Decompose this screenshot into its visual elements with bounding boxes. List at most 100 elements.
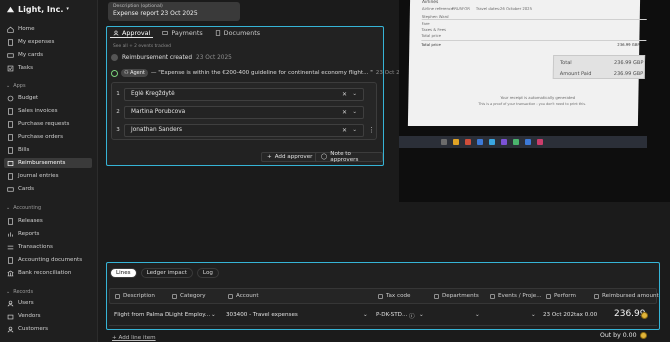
nav-purchase-orders[interactable]: Purchase orders bbox=[4, 132, 92, 142]
col-label: Events / Proje... bbox=[498, 293, 542, 299]
receipt-travel-dates: 26 October 2025 bbox=[499, 6, 533, 11]
nav-accounting-documents[interactable]: Accounting documents bbox=[4, 255, 92, 265]
chevron-down-icon[interactable]: ⌄ bbox=[419, 312, 424, 318]
col-tax-code[interactable]: Tax code bbox=[378, 293, 411, 299]
nav-bills[interactable]: Bills bbox=[4, 145, 92, 155]
event-text: Reimbursement created bbox=[122, 54, 192, 61]
nav-purchase-requests[interactable]: Purchase requests bbox=[4, 119, 92, 129]
tab-log[interactable]: Log bbox=[196, 268, 219, 278]
nav-label: Users bbox=[18, 300, 34, 306]
departments-chevron-down-icon[interactable]: ⌄ bbox=[475, 312, 480, 318]
section-label: Apps bbox=[13, 83, 26, 89]
tab-payments[interactable]: Payments bbox=[159, 28, 205, 38]
cell-tax-code[interactable]: P-DK-STD... bbox=[376, 312, 407, 318]
section-records[interactable]: ⌄ Records bbox=[6, 289, 33, 295]
report-icon bbox=[8, 231, 13, 237]
info-icon[interactable]: ⓘ bbox=[409, 312, 415, 320]
nav-reports[interactable]: Reports bbox=[4, 229, 92, 239]
tab-approval[interactable]: Approval bbox=[110, 28, 154, 38]
nav-releases[interactable]: Releases bbox=[4, 216, 92, 226]
nav-label: My cards bbox=[18, 52, 44, 58]
cell-description[interactable]: Flight from Palma D bbox=[114, 312, 169, 318]
nav-journal-entries[interactable]: Journal entries bbox=[4, 171, 92, 181]
close-icon[interactable]: ✕ bbox=[342, 109, 347, 116]
chevron-down-icon[interactable]: ⌄ bbox=[352, 127, 357, 133]
cell-account[interactable]: 303400 - Travel expenses bbox=[226, 312, 298, 318]
tax-icon bbox=[378, 293, 383, 299]
lines-view-switch: Lines Ledger impact Log bbox=[110, 268, 219, 278]
app-icon bbox=[465, 139, 471, 145]
col-description[interactable]: Description bbox=[115, 293, 155, 299]
nav-label: Journal entries bbox=[18, 173, 59, 179]
section-label: Records bbox=[13, 289, 34, 295]
section-accounting[interactable]: ⌄ Accounting bbox=[6, 205, 41, 211]
chevron-down-icon[interactable]: ⌄ bbox=[363, 312, 368, 318]
nav-my-cards[interactable]: My cards bbox=[4, 50, 92, 60]
description-field[interactable]: Description (optional) Expense report 23… bbox=[108, 2, 240, 21]
add-line-item-link[interactable]: + Add line item bbox=[112, 335, 156, 341]
more-icon[interactable]: ⋮ bbox=[368, 126, 375, 134]
nav-label: Bank reconciliation bbox=[18, 270, 72, 276]
tab-lines[interactable]: Lines bbox=[110, 268, 137, 278]
nav-label: Tasks bbox=[18, 65, 33, 71]
note-to-approvers-button[interactable]: ◯ Note to approvers bbox=[315, 151, 383, 163]
nav-sales-invoices[interactable]: Sales invoices bbox=[4, 106, 92, 116]
approver-row: 3 Jonathan Sanders ✕ ⌄ ⋮ bbox=[114, 123, 376, 137]
nav-vendors[interactable]: Vendors bbox=[4, 311, 92, 321]
nav-budget[interactable]: Budget bbox=[4, 93, 92, 103]
receipt-row: Total price bbox=[421, 33, 442, 38]
receipt-icon bbox=[8, 38, 13, 46]
event-agent-check: ⚇ Agent — "Expense is within the €200-40… bbox=[111, 69, 410, 77]
nav-transactions[interactable]: Transactions bbox=[4, 242, 92, 252]
order-icon bbox=[8, 133, 13, 141]
check-circle-icon bbox=[111, 69, 118, 77]
description-value: Expense report 23 Oct 2025 bbox=[113, 10, 198, 17]
company-switcher[interactable]: Light, Inc. ▾ bbox=[6, 4, 69, 14]
col-events[interactable]: Events / Proje... bbox=[490, 293, 542, 299]
cell-date[interactable]: 23 Oct 202 bbox=[543, 312, 574, 318]
reimbursement-icon bbox=[7, 160, 14, 166]
add-approver-button[interactable]: + Add approver bbox=[261, 152, 319, 162]
events-chevron-down-icon[interactable]: ⌄ bbox=[531, 312, 536, 318]
col-account[interactable]: Account bbox=[228, 293, 259, 299]
nav-users[interactable]: Users bbox=[4, 298, 92, 308]
chevron-down-icon[interactable]: ⌄ bbox=[211, 312, 216, 318]
nav-reimbursements[interactable]: Reimbursements bbox=[4, 158, 92, 168]
chevron-down-icon[interactable]: ⌄ bbox=[352, 91, 357, 97]
receipt-total-price: 236.99 GBP bbox=[617, 42, 640, 47]
tab-ledger-impact[interactable]: Ledger impact bbox=[140, 268, 193, 278]
approver-row: 1 Eglė Kregždytė ✕ ⌄ bbox=[114, 87, 376, 101]
receipt-footer-note: This is a proof of your transaction - yo… bbox=[478, 102, 587, 106]
chevron-down-icon[interactable]: ⌄ bbox=[352, 109, 357, 115]
nav-home[interactable]: Home bbox=[4, 24, 92, 34]
tab-label: Documents bbox=[223, 29, 261, 37]
table-row: Flight from Palma D Light Employ... ⌄ 30… bbox=[109, 306, 657, 326]
nav-bank-reconciliation[interactable]: Bank reconciliation bbox=[4, 268, 92, 278]
close-icon[interactable]: ✕ bbox=[342, 91, 347, 98]
tab-documents[interactable]: Documents bbox=[212, 28, 263, 38]
journal-icon bbox=[8, 172, 13, 180]
nav-customers[interactable]: Customers bbox=[4, 324, 92, 334]
nav-cards[interactable]: Cards bbox=[4, 184, 92, 194]
approver-select[interactable]: Jonathan Sanders ✕ ⌄ bbox=[124, 123, 364, 137]
approver-select[interactable]: Martina Porubcova ✕ ⌄ bbox=[124, 105, 364, 119]
col-perform[interactable]: Perform bbox=[546, 293, 576, 299]
col-reimbursed-amount[interactable]: Reimbursed amount bbox=[594, 293, 659, 299]
col-category[interactable]: Category bbox=[172, 293, 206, 299]
approver-select[interactable]: Eglė Kregždytė ✕ ⌄ bbox=[124, 87, 364, 101]
event-icon bbox=[490, 293, 495, 299]
receipt-travel-label: Travel dates: bbox=[475, 6, 501, 11]
plus-icon: + bbox=[267, 154, 272, 160]
section-apps[interactable]: ⌄ Apps bbox=[6, 83, 26, 89]
nav-tasks[interactable]: Tasks bbox=[4, 63, 92, 73]
cell-category[interactable]: Light Employ... bbox=[169, 312, 210, 318]
col-departments[interactable]: Departments bbox=[434, 293, 479, 299]
receipt-row: Fare bbox=[421, 21, 430, 26]
user-icon bbox=[7, 300, 14, 306]
events-link[interactable]: See all + 2 events tracked bbox=[113, 44, 171, 49]
close-icon[interactable]: ✕ bbox=[342, 127, 347, 134]
app-icon bbox=[477, 139, 483, 145]
light-logo-icon bbox=[6, 6, 15, 12]
nav-my-expenses[interactable]: My expenses bbox=[4, 37, 92, 47]
description-label: Description (optional) bbox=[113, 4, 163, 9]
